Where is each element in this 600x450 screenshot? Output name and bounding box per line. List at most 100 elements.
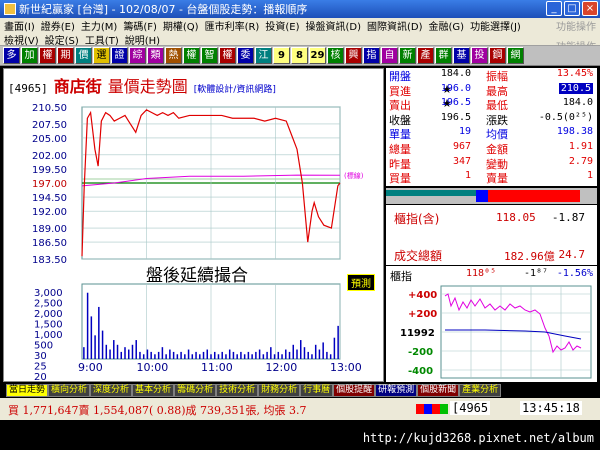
volume-bar — [131, 344, 134, 359]
quote-row: 總量 967 金額 1.91 — [386, 141, 597, 156]
maximize-button[interactable]: □ — [564, 1, 580, 16]
mini-tick-label: -200 — [408, 347, 433, 358]
menu-item-row1-10[interactable]: 功能選擇(J) — [470, 18, 521, 33]
volume-tick-label: 3,000 — [34, 288, 63, 299]
quote-value: 19 — [458, 126, 471, 138]
stock-code-input[interactable]: [4965 — [450, 401, 491, 415]
menu-item-row1-1[interactable]: 證券(E) — [41, 18, 75, 33]
toolbar-button-10[interactable]: 權 — [183, 47, 200, 64]
volume-tick-label: 2,500 — [34, 299, 63, 310]
clock: 13:45:18 — [520, 401, 582, 415]
tab-9[interactable]: 研報預測 — [375, 384, 418, 397]
menu-item-row1-7[interactable]: 操盤資訊(D) — [305, 18, 361, 33]
menu-item-row1-5[interactable]: 匯市利率(R) — [205, 18, 260, 33]
minimize-button[interactable]: _ — [546, 1, 562, 16]
volume-bar — [83, 347, 85, 359]
quote-label-2: 金額 — [486, 142, 508, 156]
volume-bar — [176, 354, 179, 359]
mini-tick-label: 11992 — [400, 328, 435, 339]
menu-item-row1-2[interactable]: 主力(M) — [81, 18, 117, 33]
menu-item-row1-6[interactable]: 投資(E) — [265, 18, 299, 33]
volume-bar — [165, 354, 167, 359]
tab-10[interactable]: 個股新聞 — [417, 384, 460, 397]
toolbar-button-0[interactable]: 多 — [3, 47, 20, 64]
price-tick-label: 197.00 — [32, 179, 67, 190]
toolbar-button-8[interactable]: 類 — [147, 47, 164, 64]
menu-item-row1-4[interactable]: 期權(Q) — [163, 18, 199, 33]
toolbar-button-22[interactable]: 新 — [399, 47, 416, 64]
tab-11[interactable]: 產業分析 — [459, 384, 502, 397]
function-operation-menu[interactable]: 功能操作 — [556, 18, 596, 33]
toolbar-button-24[interactable]: 群 — [435, 47, 452, 64]
toolbar-button-12[interactable]: 權 — [219, 47, 236, 64]
tab-1[interactable]: 橫向分析 — [48, 384, 91, 397]
toolbar-button-3[interactable]: 期 — [57, 47, 74, 64]
time-tick-label: 11:00 — [201, 361, 233, 374]
tab-5[interactable]: 技術分析 — [216, 384, 259, 397]
tab-4[interactable]: 籌碼分析 — [174, 384, 217, 397]
menu-item-row1-3[interactable]: 籌碼(F) — [123, 18, 157, 33]
menu-item-row2-2[interactable]: 工具(T) — [85, 32, 119, 47]
menu-item-row2-3[interactable]: 說明(H) — [125, 32, 160, 47]
toolbar-button-11[interactable]: 智 — [201, 47, 218, 64]
toolbar-button-5[interactable]: 選 — [93, 47, 110, 64]
volume-bar — [195, 351, 197, 359]
tab-0[interactable]: 當日走勢 — [6, 384, 49, 397]
toolbar-button-18[interactable]: 核 — [327, 47, 344, 64]
menu-item-row1-0[interactable]: 畫面(I) — [4, 18, 35, 33]
chart-title: 量價走勢圖 — [107, 77, 188, 96]
price-tick-label: 207.50 — [32, 120, 67, 131]
toolbar-button-15[interactable]: 9 — [273, 47, 290, 64]
tab-7[interactable]: 行事曆 — [300, 384, 334, 397]
toolbar-button-6[interactable]: 證 — [111, 47, 128, 64]
forecast-button[interactable]: 預測 — [347, 274, 375, 291]
price-tick-label: 194.50 — [32, 193, 67, 204]
toolbar-button-1[interactable]: 加 — [21, 47, 38, 64]
toolbar-button-28[interactable]: 網 — [507, 47, 524, 64]
quote-panel: 開盤 184.0 振幅 13.45% 買進 ★ 196.0 最高 210.5 賣出 ★ 196.5 最低… — [386, 68, 597, 186]
toolbar-button-16[interactable]: 8 — [291, 47, 308, 64]
toolbar-button-27[interactable]: 鋼 — [489, 47, 506, 64]
volume-bar — [225, 354, 227, 359]
quote-value-2: 184.0 — [562, 97, 593, 109]
toolbar-button-4[interactable]: 價 — [75, 47, 92, 64]
volume-bar — [236, 354, 238, 359]
toolbar-button-26[interactable]: 投 — [471, 47, 488, 64]
volume-bar — [202, 351, 205, 359]
quote-value: 1 — [464, 170, 471, 182]
toolbar-button-13[interactable]: 委 — [237, 47, 254, 64]
volume-bar — [270, 347, 272, 359]
toolbar-button-19[interactable]: 興 — [345, 47, 362, 64]
volume-bar — [210, 354, 212, 359]
tab-8[interactable]: 個股提醒 — [333, 384, 376, 397]
volume-bar — [240, 351, 242, 359]
volume-bar — [127, 349, 130, 359]
bar-blue — [476, 190, 488, 202]
volume-bar — [299, 340, 302, 359]
toolbar-button-9[interactable]: 熱 — [165, 47, 182, 64]
tab-3[interactable]: 基本分析 — [132, 384, 175, 397]
volume-tick-label: 2,000 — [34, 309, 63, 320]
tab-2[interactable]: 深度分析 — [90, 384, 133, 397]
toolbar-button-14[interactable]: 江 — [255, 47, 272, 64]
tab-6[interactable]: 財務分析 — [258, 384, 301, 397]
quote-label: 收盤 — [389, 113, 411, 127]
toolbar-button-7[interactable]: 綜 — [129, 47, 146, 64]
toolbar-button-17[interactable]: 29 — [309, 47, 326, 64]
menu-item-row1-8[interactable]: 國際資訊(D) — [367, 18, 423, 33]
menu-item-row2-0[interactable]: 檢視(V) — [4, 32, 39, 47]
quote-value-2: 1 — [586, 170, 593, 182]
toolbar-button-25[interactable]: 基 — [453, 47, 470, 64]
toolbar-button-21[interactable]: 自 — [381, 47, 398, 64]
menu-item-row2-1[interactable]: 設定(S) — [45, 32, 79, 47]
watermark-url: http://kujd3268.pixnet.net/album — [362, 431, 594, 445]
toolbar-button-23[interactable]: 產 — [417, 47, 434, 64]
menu-item-row1-9[interactable]: 金融(G) — [429, 18, 465, 33]
volume-bar — [105, 344, 108, 359]
close-button[interactable]: × — [582, 1, 598, 16]
toolbar-button-2[interactable]: 權 — [39, 47, 56, 64]
quote-value-2: 13.45% — [556, 68, 593, 79]
stock-name: 商店街 — [53, 77, 102, 96]
toolbar-button-20[interactable]: 指 — [363, 47, 380, 64]
quote-label: 買量 — [389, 172, 411, 186]
